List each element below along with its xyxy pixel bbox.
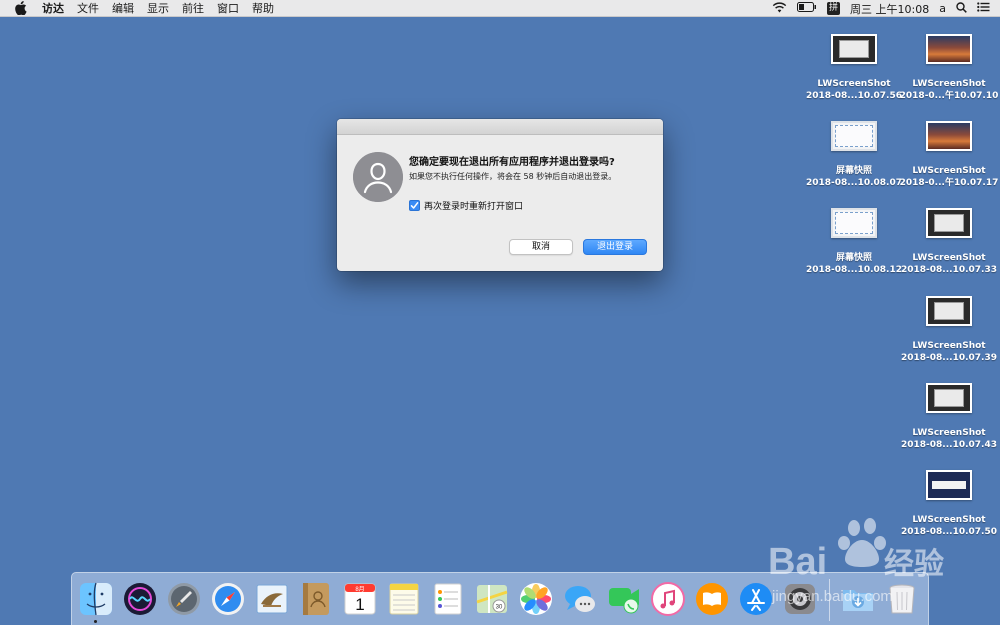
file-thumbnail: [831, 121, 877, 151]
desktop-file[interactable]: LWScreenShot 2018-0...午10.07.17: [899, 121, 999, 189]
system-preferences-icon[interactable]: [782, 581, 818, 617]
file-thumbnail: [926, 34, 972, 64]
desktop-file[interactable]: LWScreenShot 2018-08...10.07.39: [901, 296, 997, 364]
apple-menu-icon[interactable]: [14, 1, 28, 15]
cancel-button[interactable]: 取消: [509, 239, 573, 255]
file-thumbnail: [926, 208, 972, 238]
desktop-file[interactable]: LWScreenShot 2018-08...10.07.56: [806, 34, 902, 102]
reopen-windows-label[interactable]: 再次登录时重新打开窗口: [424, 199, 523, 212]
menu-edit[interactable]: 编辑: [112, 0, 134, 17]
file-thumbnail: [926, 383, 972, 413]
battery-icon[interactable]: [797, 2, 817, 15]
menu-help[interactable]: 帮助: [252, 0, 274, 17]
menu-extras: 拼 周三 上午10:08 a: [772, 0, 990, 17]
desktop-file[interactable]: LWScreenShot 2018-08...10.07.50: [901, 470, 997, 538]
file-thumbnail: [926, 121, 972, 151]
finder-running-indicator: [94, 620, 97, 623]
file-label: LWScreenShot 2018-08...10.07.39: [901, 341, 997, 363]
contacts-icon[interactable]: [298, 581, 334, 617]
file-thumbnail: [926, 470, 972, 500]
logout-button[interactable]: 退出登录: [583, 239, 647, 255]
calendar-month: 8月: [355, 586, 364, 593]
input-method-icon[interactable]: 拼: [827, 2, 841, 15]
user-avatar-icon: [353, 152, 403, 202]
dialog-title: 您确定要现在退出所有应用程序并退出登录吗?: [409, 157, 615, 168]
trash-icon[interactable]: [884, 581, 920, 617]
file-label: 屏幕快照 2018-08...10.08.07: [806, 166, 902, 188]
reopen-windows-checkbox[interactable]: [409, 200, 420, 211]
safari-icon[interactable]: [210, 581, 246, 617]
menu-file[interactable]: 文件: [77, 0, 99, 17]
file-thumbnail: [926, 296, 972, 326]
photos-icon[interactable]: [518, 581, 554, 617]
wifi-icon[interactable]: [772, 1, 787, 16]
desktop-file[interactable]: LWScreenShot 2018-0...午10.07.10: [899, 34, 999, 102]
calendar-icon[interactable]: 8月 1: [342, 581, 378, 617]
menu-app-name[interactable]: 访达: [42, 0, 64, 17]
file-label: LWScreenShot 2018-08...10.07.43: [901, 428, 997, 450]
file-label: LWScreenShot 2018-08...10.07.56: [806, 79, 902, 101]
menu-window[interactable]: 窗口: [217, 0, 239, 17]
file-label: LWScreenShot 2018-0...午10.07.10: [899, 79, 999, 101]
desktop-file[interactable]: LWScreenShot 2018-08...10.07.43: [901, 383, 997, 451]
calendar-day: 1: [355, 595, 364, 614]
ibooks-icon[interactable]: [694, 581, 730, 617]
reminders-icon[interactable]: [430, 581, 466, 617]
dialog-message: 如果您不执行任何操作，将会在 58 秒钟后自动退出登录。: [409, 172, 617, 181]
dialog-titlebar[interactable]: [337, 119, 663, 135]
dock: 8月 1 30: [71, 572, 929, 625]
reopen-windows-option[interactable]: 再次登录时重新打开窗口: [409, 199, 523, 212]
search-icon[interactable]: [956, 1, 967, 16]
desktop-file[interactable]: LWScreenShot 2018-08...10.07.33: [901, 208, 997, 276]
file-thumbnail: [831, 34, 877, 64]
menu-bar: 访达 文件 编辑 显示 前往 窗口 帮助 拼 周三 上午10:08 a: [0, 0, 1000, 17]
file-label: LWScreenShot 2018-08...10.07.50: [901, 515, 997, 537]
downloads-folder-icon[interactable]: [840, 581, 876, 617]
notification-center-icon[interactable]: [977, 2, 990, 15]
logout-dialog: 您确定要现在退出所有应用程序并退出登录吗? 如果您不执行任何操作，将会在 58 …: [337, 119, 663, 271]
dock-separator: [829, 579, 830, 621]
file-label: LWScreenShot 2018-0...午10.07.17: [899, 166, 999, 188]
itunes-icon[interactable]: [650, 581, 686, 617]
desktop-file[interactable]: 屏幕快照 2018-08...10.08.07: [806, 121, 902, 189]
desktop-file[interactable]: 屏幕快照 2018-08...10.08.12: [806, 208, 902, 276]
menu-go[interactable]: 前往: [182, 0, 204, 17]
file-thumbnail: [831, 208, 877, 238]
file-label: 屏幕快照 2018-08...10.08.12: [806, 253, 902, 275]
messages-icon[interactable]: [562, 581, 598, 617]
app-store-icon[interactable]: [738, 581, 774, 617]
launchpad-icon[interactable]: [166, 581, 202, 617]
facetime-icon[interactable]: [606, 581, 642, 617]
notes-icon[interactable]: [386, 581, 422, 617]
maps-badge: 30: [496, 605, 503, 611]
finder-icon[interactable]: [78, 581, 114, 617]
mail-icon[interactable]: [254, 581, 290, 617]
menu-clock[interactable]: 周三 上午10:08: [850, 1, 929, 17]
file-label: LWScreenShot 2018-08...10.07.33: [901, 253, 997, 275]
siri-icon[interactable]: [122, 581, 158, 617]
maps-icon[interactable]: 30: [474, 581, 510, 617]
menu-view[interactable]: 显示: [147, 0, 169, 17]
user-menu[interactable]: a: [939, 2, 946, 15]
